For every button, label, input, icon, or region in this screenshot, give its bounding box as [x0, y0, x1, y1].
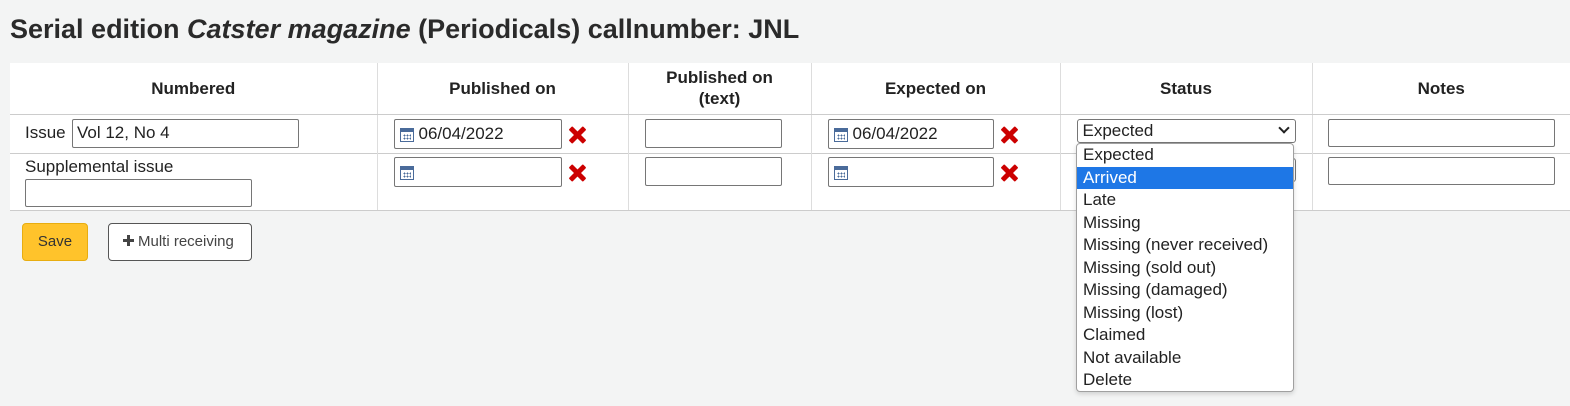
header-published-text: Published on (text) — [627, 63, 811, 115]
status-option[interactable]: Missing (damaged) — [1077, 279, 1293, 302]
table-row-supplemental: Supplemental issue — [10, 152, 1570, 211]
clear-icon[interactable] — [999, 163, 1019, 183]
notes-input[interactable] — [1327, 156, 1555, 185]
serial-edition-table: Numbered Published on Published on (text… — [10, 63, 1570, 211]
status-option[interactable]: Missing — [1077, 212, 1293, 235]
header-numbered: Numbered — [10, 63, 377, 115]
calendar-icon[interactable] — [833, 165, 848, 180]
status-option[interactable]: Expected — [1077, 144, 1293, 167]
cell-published-text — [627, 113, 811, 153]
title-prefix: Serial edition — [10, 14, 188, 44]
cell-published-on — [376, 113, 628, 153]
expected-on-input[interactable] — [852, 159, 991, 184]
cell-numbered: Supplemental issue — [10, 152, 377, 211]
calendar-icon[interactable] — [399, 127, 414, 142]
page-title: Serial edition Catster magazine (Periodi… — [10, 14, 799, 45]
published-on-input[interactable] — [418, 159, 557, 184]
cell-notes — [1311, 152, 1570, 211]
expected-on-input[interactable] — [852, 121, 991, 146]
multi-receiving-button[interactable]: Multi receiving — [108, 223, 252, 261]
header-published-on: Published on — [376, 63, 628, 115]
published-on-input[interactable] — [418, 121, 557, 146]
chevron-down-icon — [1277, 121, 1290, 134]
serial-title: Catster magazine — [187, 14, 411, 44]
status-option[interactable]: Delete — [1077, 369, 1293, 392]
status-select-value: Expected — [1082, 120, 1154, 140]
save-button[interactable]: Save — [22, 223, 88, 261]
expected-on-field[interactable] — [827, 118, 994, 149]
status-dropdown-list: Expected Arrived Late Missing Missing (n… — [1076, 143, 1294, 392]
cell-notes — [1311, 113, 1570, 153]
calendar-icon[interactable] — [833, 127, 848, 142]
notes-input[interactable] — [1327, 118, 1555, 147]
issue-label: Issue — [25, 122, 66, 142]
header-notes: Notes — [1311, 63, 1570, 115]
header-published-text-label: Published on (text) — [666, 68, 773, 109]
header-status: Status — [1059, 63, 1312, 115]
supplemental-label: Supplemental issue — [25, 156, 174, 176]
clear-icon[interactable] — [567, 125, 587, 145]
cell-published-text — [627, 152, 811, 211]
expected-on-field[interactable] — [827, 156, 994, 187]
header-expected-on: Expected on — [810, 63, 1060, 115]
title-suffix: (Periodicals) callnumber: JNL — [410, 14, 800, 44]
status-select[interactable]: Expected — [1076, 118, 1296, 143]
published-on-field[interactable] — [393, 118, 562, 149]
cell-published-on — [376, 152, 628, 211]
supplemental-numbered-input[interactable] — [25, 178, 252, 207]
plus-icon — [123, 235, 134, 246]
published-on-field[interactable] — [393, 156, 562, 187]
status-option-highlighted[interactable]: Arrived — [1077, 166, 1293, 189]
status-option[interactable]: Missing (never received) — [1077, 234, 1293, 257]
clear-icon[interactable] — [999, 125, 1019, 145]
multi-receiving-label: Multi receiving — [138, 233, 234, 250]
calendar-icon[interactable] — [399, 165, 414, 180]
cell-expected-on — [810, 113, 1060, 153]
status-option[interactable]: Missing (lost) — [1077, 302, 1293, 325]
status-option[interactable]: Not available — [1077, 347, 1293, 370]
published-text-input[interactable] — [644, 156, 782, 186]
clear-icon[interactable] — [567, 163, 587, 183]
status-option[interactable]: Late — [1077, 189, 1293, 212]
table-row-issue: Issue Exp — [10, 113, 1570, 153]
cell-numbered: Issue — [10, 113, 377, 153]
status-option[interactable]: Claimed — [1077, 324, 1293, 347]
cell-expected-on — [810, 152, 1060, 211]
numbered-input[interactable] — [72, 118, 299, 148]
status-option[interactable]: Missing (sold out) — [1077, 257, 1293, 280]
published-text-input[interactable] — [644, 118, 782, 148]
